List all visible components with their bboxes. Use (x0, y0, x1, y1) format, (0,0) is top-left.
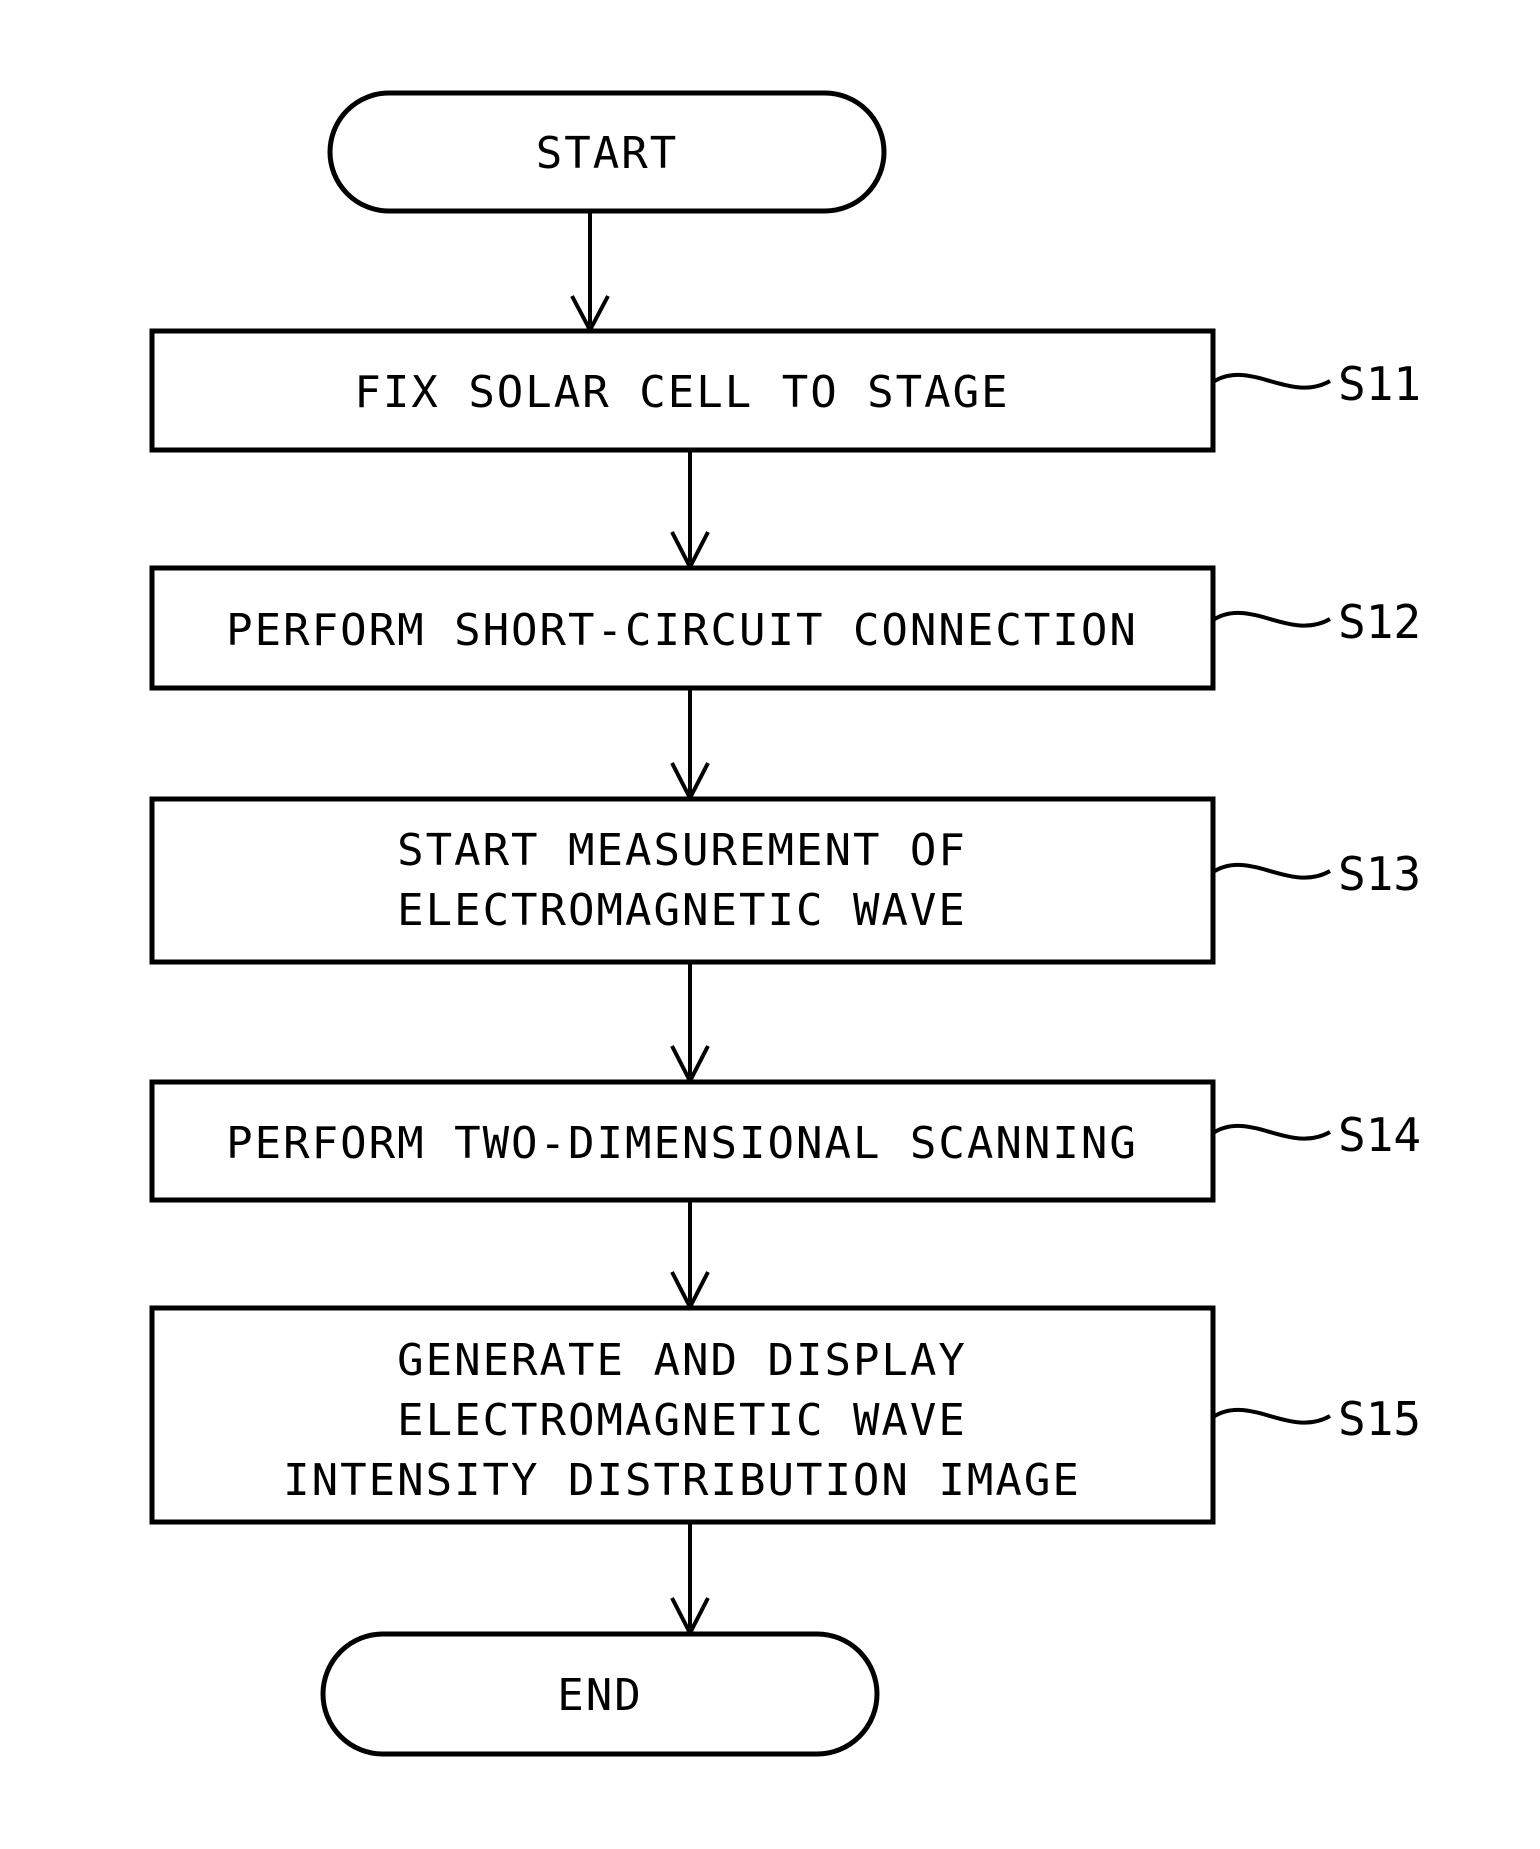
start-label: START (536, 128, 678, 179)
leader-curve-icon (1211, 1407, 1331, 1425)
s14-reference-leader: S14 (1211, 1108, 1421, 1162)
flowchart-canvas: START FIX SOLAR CELL TO STAGE S11 PERFOR… (149, 90, 1421, 1757)
node-start[interactable]: START (327, 90, 887, 214)
s12-reference-label: S12 (1338, 595, 1421, 649)
edge-s15-to-end (670, 1522, 710, 1638)
s13-reference-leader: S13 (1211, 847, 1421, 901)
node-s15[interactable]: GENERATE AND DISPLAY ELECTROMAGNETIC WAV… (149, 1305, 1216, 1525)
node-end[interactable]: END (320, 1631, 880, 1757)
s12-reference-leader: S12 (1211, 595, 1421, 649)
edge-start-to-s11 (570, 211, 610, 335)
s14-reference-label: S14 (1338, 1108, 1421, 1162)
s13-process-shape (149, 796, 1216, 965)
flowchart-figure: START FIX SOLAR CELL TO STAGE S11 PERFOR… (0, 0, 1540, 1849)
edge-s14-to-s15 (670, 1200, 710, 1312)
leader-curve-icon (1211, 372, 1331, 390)
node-s13[interactable]: START MEASUREMENT OF ELECTROMAGNETIC WAV… (149, 796, 1216, 965)
edge-s11-to-s12 (670, 450, 710, 572)
s15-label-line-3: INTENSITY DISTRIBUTION IMAGE (283, 1455, 1081, 1506)
end-label: END (557, 1670, 642, 1721)
s14-label-line-1: PERFORM TWO-DIMENSIONAL SCANNING (226, 1118, 1138, 1169)
s13-reference-label: S13 (1338, 847, 1421, 901)
s11-reference-leader: S11 (1211, 357, 1421, 411)
s15-reference-leader: S15 (1211, 1392, 1421, 1446)
s12-label-line-1: PERFORM SHORT-CIRCUIT CONNECTION (226, 605, 1138, 656)
s11-label-line-1: FIX SOLAR CELL TO STAGE (354, 367, 1009, 418)
s13-label-line-2: ELECTROMAGNETIC WAVE (397, 885, 967, 936)
leader-curve-icon (1211, 1123, 1331, 1141)
node-s11[interactable]: FIX SOLAR CELL TO STAGE (149, 328, 1216, 453)
node-s14[interactable]: PERFORM TWO-DIMENSIONAL SCANNING (149, 1079, 1216, 1203)
s15-label-line-1: GENERATE AND DISPLAY (397, 1335, 967, 1386)
edge-s12-to-s13 (670, 688, 710, 803)
leader-curve-icon (1211, 862, 1331, 880)
s13-label-line-1: START MEASUREMENT OF (397, 825, 967, 876)
leader-curve-icon (1211, 610, 1331, 628)
s11-reference-label: S11 (1338, 357, 1421, 411)
node-s12[interactable]: PERFORM SHORT-CIRCUIT CONNECTION (149, 565, 1216, 691)
s15-reference-label: S15 (1338, 1392, 1421, 1446)
s15-label-line-2: ELECTROMAGNETIC WAVE (397, 1395, 967, 1446)
edge-s13-to-s14 (670, 962, 710, 1086)
